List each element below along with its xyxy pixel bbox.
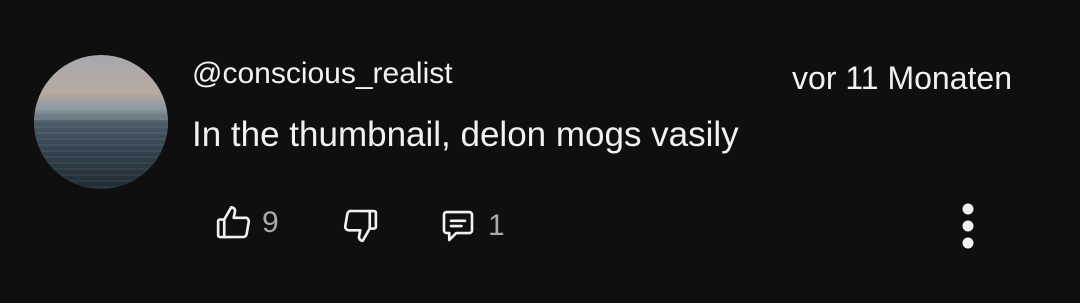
comment-icon <box>436 205 480 247</box>
comment-item: @conscious_realist vor 11 Monaten In the… <box>0 0 1080 303</box>
comment-text: In the thumbnail, delon mogs vasily <box>192 115 739 154</box>
comment-actions: 9 1 <box>0 196 1080 256</box>
thumbs-down-icon <box>340 204 382 246</box>
avatar-water <box>34 120 168 189</box>
more-options-button[interactable] <box>950 196 986 256</box>
dislike-button[interactable] <box>340 204 382 246</box>
like-button[interactable]: 9 <box>212 202 279 244</box>
comment-timestamp: vor 11 Monaten <box>792 60 1012 96</box>
reply-count: 1 <box>488 209 505 242</box>
thumbs-up-icon <box>212 202 254 244</box>
reply-button[interactable]: 1 <box>436 205 505 247</box>
avatar[interactable] <box>34 55 168 189</box>
like-count: 9 <box>262 206 279 239</box>
comment-author[interactable]: @conscious_realist <box>192 56 453 92</box>
more-vertical-icon <box>958 199 978 253</box>
